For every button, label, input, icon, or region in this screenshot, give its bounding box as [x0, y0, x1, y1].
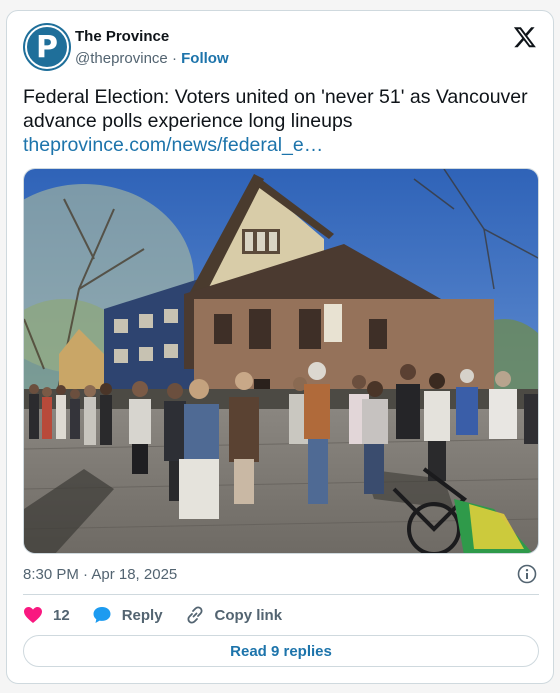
account-handle[interactable]: @theprovince	[75, 50, 168, 67]
article-link[interactable]: theprovince.com/news/federal_e…	[23, 133, 539, 157]
avatar-letter: P	[25, 25, 69, 69]
like-button[interactable]: 12	[23, 606, 70, 624]
like-count: 12	[53, 606, 70, 624]
reply-bubble-icon	[93, 607, 111, 623]
handle-row: @theprovince · Follow	[75, 50, 229, 67]
copy-link-label: Copy link	[214, 606, 283, 624]
copy-link-button[interactable]: Copy link	[185, 605, 283, 625]
tweet-body: Federal Election: Voters united on 'neve…	[23, 85, 539, 157]
polling-station-photo	[24, 169, 538, 553]
avatar[interactable]: P	[23, 23, 71, 71]
reply-label: Reply	[121, 606, 163, 624]
read-replies-button[interactable]: Read 9 replies	[23, 635, 539, 667]
divider	[23, 594, 539, 595]
info-icon[interactable]	[517, 564, 537, 584]
timestamp[interactable]: 8:30 PM · Apr 18, 2025	[23, 566, 177, 583]
account-name[interactable]: The Province	[75, 28, 169, 45]
heart-icon	[24, 607, 42, 623]
reply-button[interactable]: Reply	[92, 605, 163, 625]
link-icon	[187, 606, 203, 624]
tweet-text: Federal Election: Voters united on 'neve…	[23, 86, 528, 132]
x-logo-icon[interactable]	[513, 25, 537, 49]
separator-dot: ·	[171, 50, 177, 67]
follow-button[interactable]: Follow	[181, 50, 229, 67]
tweet-photo[interactable]	[23, 168, 539, 554]
action-bar: 12 Reply Copy link	[23, 603, 304, 627]
tweet-card: P The Province @theprovince · Follow Fed…	[6, 10, 554, 684]
